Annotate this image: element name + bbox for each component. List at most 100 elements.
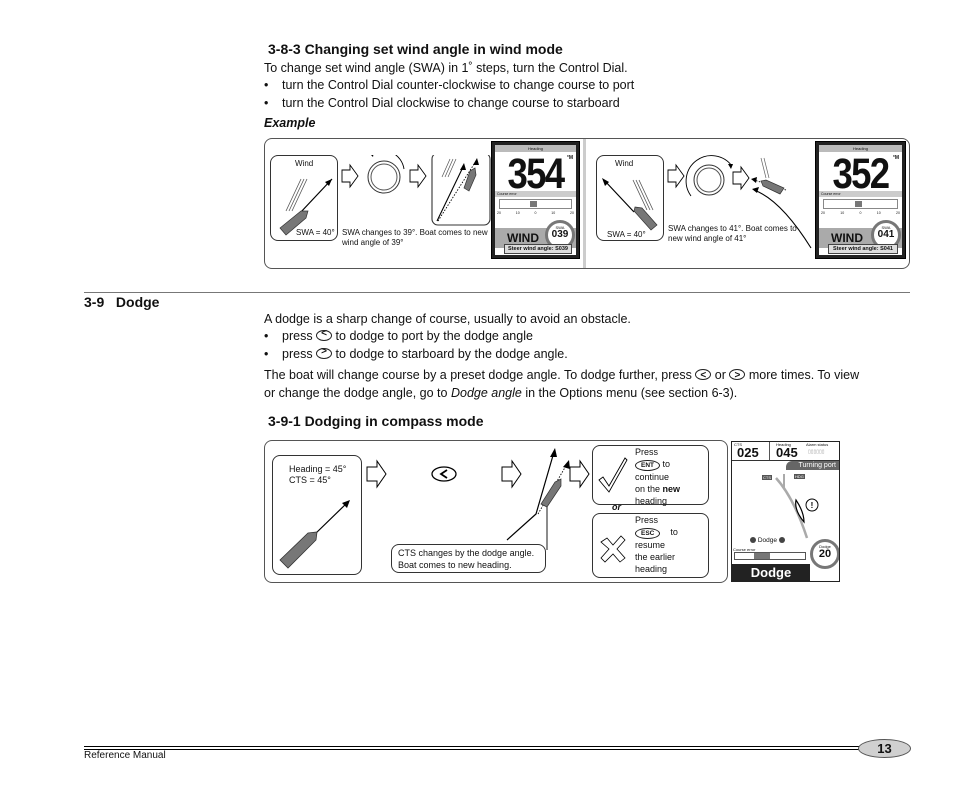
footer-rule <box>84 749 869 750</box>
port-caption: SWA changes to 39°. Boat comes to new wi… <box>342 228 492 248</box>
bullet-text-part: press <box>282 329 313 343</box>
starboard-key-icon <box>316 346 333 359</box>
text-part: on the <box>635 484 661 494</box>
bullet-text: press to dodge to starboard by the dodge… <box>282 346 568 361</box>
scale-tick: 20 <box>570 211 574 215</box>
wind-lines-icon <box>632 179 654 211</box>
boat-icon <box>279 210 309 236</box>
alarm-readout: Alarm status ▯▯▯▯▯▯ <box>806 442 839 460</box>
scale-tick: 0 <box>534 211 537 215</box>
heading-readout: Heading 045 <box>770 442 804 460</box>
page-number: 13 <box>858 739 911 758</box>
steer-wind-angle: Steer wind angle: S041 <box>828 244 898 254</box>
boat-icon <box>633 206 658 231</box>
heading-unit: °M <box>892 155 899 161</box>
resume-instructions: Press ESC to resume the earlier heading <box>635 514 678 575</box>
checkmark-icon <box>598 457 628 493</box>
dodge-caption: CTS changes by the dodge angle. Boat com… <box>391 544 546 573</box>
bullet-text-part: to dodge to starboard by the dodge angle… <box>335 347 568 361</box>
wind-lines-icon <box>285 178 308 212</box>
swa-gauge-value: 039 <box>551 229 569 240</box>
or-label: or <box>612 502 621 512</box>
scale-tick: 10 <box>876 211 881 215</box>
text-part: or change the dodge angle, go to <box>264 386 448 400</box>
bullet-text: turn the Control Dial clockwise to chang… <box>282 96 620 110</box>
section-intro: To change set wind angle (SWA) in 1˚ ste… <box>264 61 628 75</box>
text-part: the earlier <box>635 552 676 562</box>
svg-text:!: ! <box>811 501 814 510</box>
cts-readout-value: 025 <box>737 445 759 460</box>
dodge-starboard-icon <box>778 537 785 543</box>
dodge-track-graphic: ! <box>775 474 819 539</box>
continue-instructions: Press ENT to continue on the new heading <box>635 446 680 507</box>
scale-tick: 10 <box>840 211 845 215</box>
caption-line: new wind angle of 41° <box>668 234 747 243</box>
text-part: The boat will change course by a preset … <box>264 368 692 382</box>
course-error-indicator <box>854 201 862 207</box>
heading-readout-value: 045 <box>776 445 798 460</box>
bullet-dot: • <box>264 96 269 110</box>
scale-tick: 20 <box>497 211 501 215</box>
bullet-text: press to dodge to port by the dodge angl… <box>282 328 533 343</box>
port-key-icon <box>431 466 457 482</box>
text-part: in the Options menu (see section 6-3). <box>525 386 738 400</box>
text-part: heading <box>635 564 668 574</box>
starboard-caption: SWA changes to 41°. Boat comes to new wi… <box>668 224 808 244</box>
swa-gauge-value: 041 <box>877 229 895 240</box>
text-part: continue <box>635 472 670 482</box>
dodge-port-icon <box>750 537 756 543</box>
course-error-label: Course error <box>495 191 576 197</box>
caption-line: SWA changes to 41°. Boat comes to <box>668 224 797 233</box>
dodge-control: Dodge <box>750 537 785 544</box>
dodge-paragraph: The boat will change course by a preset … <box>264 366 914 402</box>
bullet-dot: • <box>264 347 269 361</box>
caption-line: Boat comes to new heading. <box>398 560 512 570</box>
text-part: Press <box>635 447 659 457</box>
heading-arrow-icon <box>603 179 635 213</box>
text-part: to <box>670 527 678 537</box>
scale-tick: 10 <box>551 211 556 215</box>
course-error-bar <box>734 552 806 560</box>
caption-line: wind angle of 39° <box>342 238 404 247</box>
dodge-control-label: Dodge <box>757 537 777 544</box>
dodge-intro: A dodge is a sharp change of course, usu… <box>264 312 631 326</box>
port-key-icon <box>695 367 712 385</box>
section-number: 3-9 <box>84 294 105 310</box>
flow-arrow-icon <box>366 459 387 489</box>
caption-line: CTS changes by the dodge angle. <box>398 548 535 558</box>
cts-readout: CTS 025 <box>732 442 770 460</box>
section-heading-3-9: 3-9 Dodge <box>84 294 159 310</box>
boat-icon <box>279 531 318 569</box>
text-part: resume <box>635 540 666 550</box>
bullet-dot: • <box>264 78 269 92</box>
boat-icon <box>540 478 562 508</box>
starboard-key-icon <box>729 367 746 385</box>
course-error-scale: 20 10 0 10 20 <box>821 211 900 216</box>
course-error-indicator <box>529 201 537 207</box>
alarm-readout-label: Alarm status <box>806 442 829 447</box>
course-error-indicator <box>754 553 770 559</box>
control-dial-icon <box>367 155 405 194</box>
section-heading-3-8-3: 3-8-3 Changing set wind angle in wind mo… <box>268 41 563 57</box>
text-part: heading <box>635 496 668 506</box>
section-title: Dodge <box>115 294 160 310</box>
flow-arrow-icon <box>501 459 522 489</box>
alarm-icons: ▯▯▯▯▯▯ <box>808 449 825 455</box>
scale-tick: 10 <box>515 211 520 215</box>
scale-tick: 0 <box>859 211 862 215</box>
text-part: or <box>714 368 726 382</box>
heading-unit: °M <box>566 155 573 161</box>
ent-key-icon: ENT <box>635 460 660 471</box>
text-part: to <box>662 459 671 469</box>
flow-arrow-icon <box>341 163 359 189</box>
dodge-angle-reference: Dodge angle <box>450 386 522 400</box>
flow-arrow-icon <box>569 459 590 489</box>
section-divider <box>84 292 910 293</box>
steer-wind-angle: Steer wind angle: S039 <box>504 244 572 254</box>
course-error-bar <box>823 199 898 209</box>
section-heading-3-9-1: 3-9-1 Dodging in compass mode <box>268 413 484 429</box>
autopilot-display-starboard: Heading 352 °M Course error 20 10 0 10 2… <box>815 141 906 259</box>
scale-tick: 20 <box>896 211 900 215</box>
mode-label: Dodge <box>732 564 810 581</box>
dodge-angle-value: 20 <box>818 548 832 560</box>
